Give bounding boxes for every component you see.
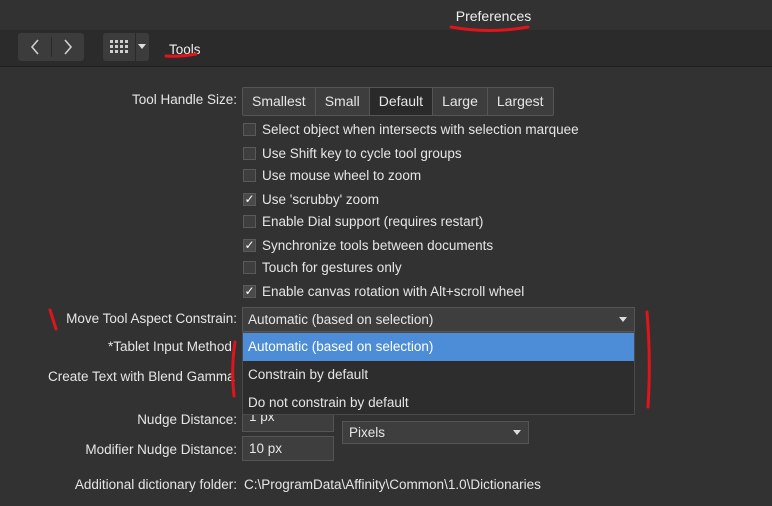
underline-mark xyxy=(164,52,198,58)
tick-mark xyxy=(48,308,58,331)
annotation-overlay xyxy=(48,25,651,409)
bracket-mark xyxy=(645,310,651,409)
bracket-mark xyxy=(231,340,237,398)
underline-mark xyxy=(449,25,530,32)
